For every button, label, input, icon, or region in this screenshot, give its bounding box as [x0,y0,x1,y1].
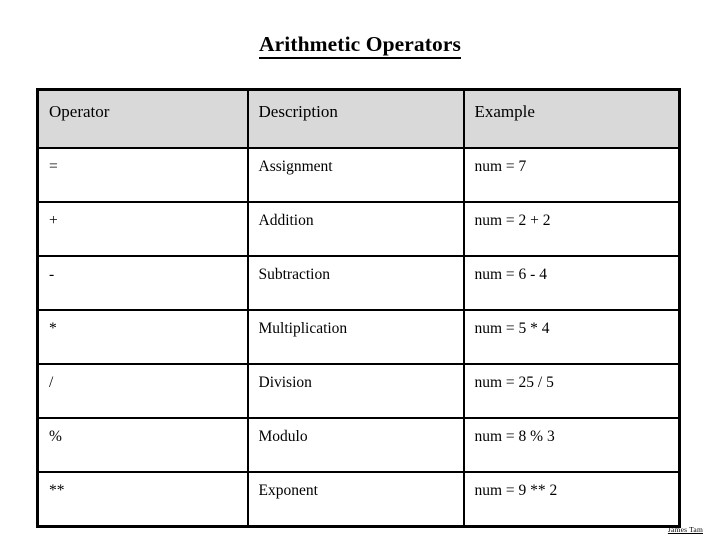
cell-example: num = 9 ** 2 [462,471,681,528]
operator-description: Assignment [258,158,333,175]
cell-description: Assignment [246,147,465,203]
operator-example: num = 7 [474,158,527,175]
operator-description: Exponent [258,482,318,499]
operator-example: num = 5 * 4 [474,320,550,337]
cell-example: num = 25 / 5 [462,363,681,419]
operator-symbol: - [49,266,55,283]
operator-example: num = 2 + 2 [474,212,551,229]
cell-description: Multiplication [246,309,465,365]
operator-description: Addition [258,212,314,229]
cell-example: num = 6 - 4 [462,255,681,311]
operator-symbol: * [49,320,57,337]
operator-description: Modulo [258,428,308,445]
author-attribution: James Tam [667,525,703,534]
operator-symbol: / [49,374,54,391]
cell-description: Subtraction [246,255,465,311]
operator-example: num = 6 - 4 [474,266,547,283]
operator-description: Division [258,374,312,391]
operator-symbol: + [49,212,58,229]
cell-example: num = 8 % 3 [462,417,681,473]
column-header-operator: Operator [36,88,249,149]
cell-example: num = 5 * 4 [462,309,681,365]
operator-symbol: % [49,428,62,445]
operator-symbol: ** [49,482,65,499]
cell-operator: + [36,201,249,257]
cell-operator: / [36,363,249,419]
cell-description: Modulo [246,417,465,473]
operator-example: num = 25 / 5 [474,374,554,391]
table-header: Operator Description Example [36,88,681,149]
cell-example: num = 7 [462,147,681,203]
operator-description: Subtraction [258,266,330,283]
table-row: ** Exponent num = 9 ** 2 [36,471,681,528]
table-row: % Modulo num = 8 % 3 [36,417,681,473]
cell-operator: * [36,309,249,365]
column-header-example: Example [462,88,681,149]
table-body: = Assignment num = 7 + Addition num = 2 … [36,147,681,528]
cell-description: Addition [246,201,465,257]
operator-example: num = 8 % 3 [474,428,555,445]
table-row: = Assignment num = 7 [36,147,681,203]
page-title-text: Arithmetic Operators [259,32,461,59]
arithmetic-operators-table-container: Operator Description Example = Assignmen… [36,88,681,528]
cell-operator: ** [36,471,249,528]
cell-operator: % [36,417,249,473]
table-row: - Subtraction num = 6 - 4 [36,255,681,311]
operator-example: num = 9 ** 2 [474,482,558,499]
table-header-row: Operator Description Example [36,88,681,149]
operator-symbol: = [49,158,58,175]
slide-canvas: Arithmetic Operators Operator Descriptio… [0,0,720,540]
cell-operator: - [36,255,249,311]
arithmetic-operators-table: Operator Description Example = Assignmen… [36,88,681,528]
column-header-description: Description [246,88,465,149]
cell-description: Exponent [246,471,465,528]
operator-description: Multiplication [258,320,348,337]
page-title: Arithmetic Operators [0,32,720,59]
table-row: * Multiplication num = 5 * 4 [36,309,681,365]
cell-operator: = [36,147,249,203]
cell-description: Division [246,363,465,419]
table-row: + Addition num = 2 + 2 [36,201,681,257]
table-row: / Division num = 25 / 5 [36,363,681,419]
cell-example: num = 2 + 2 [462,201,681,257]
